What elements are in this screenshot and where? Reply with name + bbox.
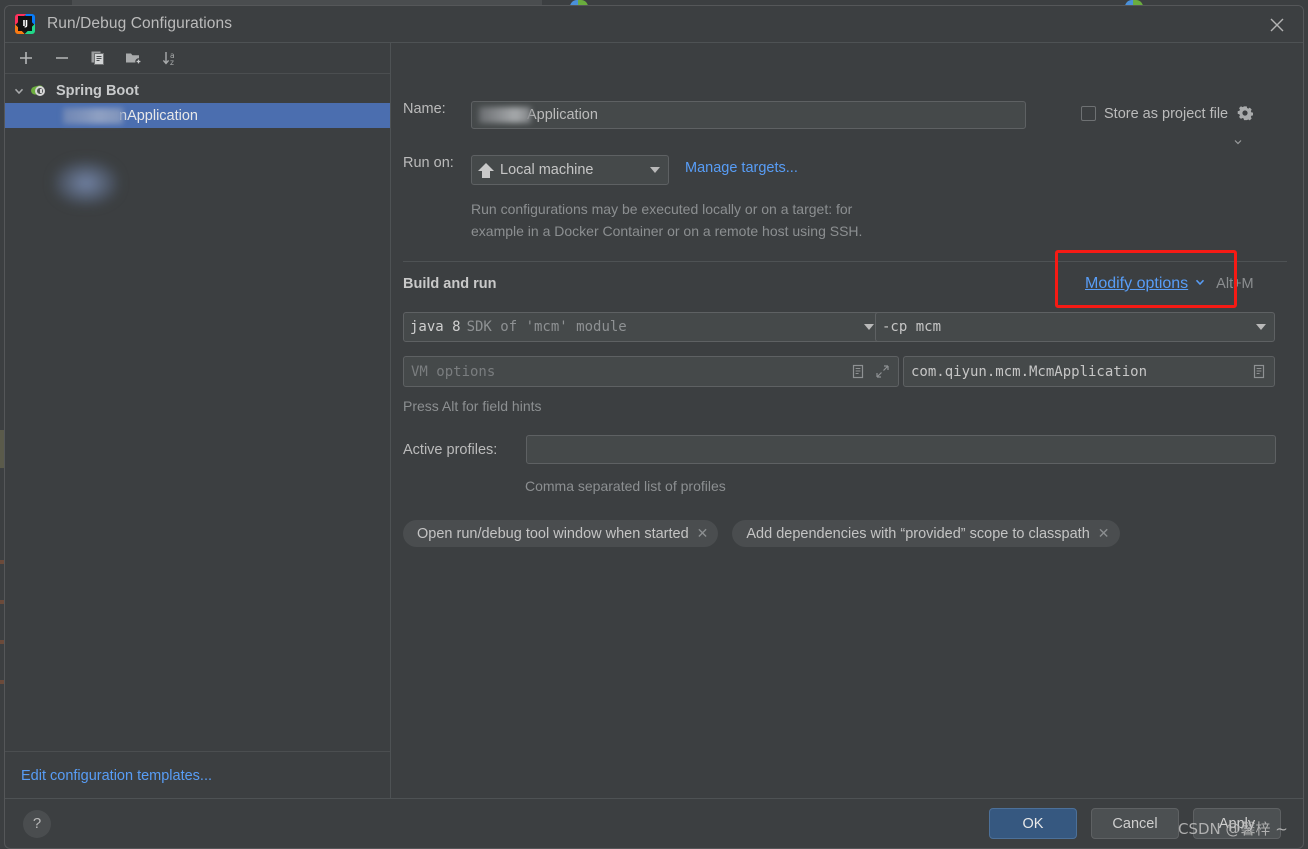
run-debug-configurations-dialog: Run/Debug Configurations: [4, 5, 1304, 849]
dialog-body: a z Spring Boot nApplication Edit config…: [5, 43, 1303, 799]
chip-label: Open run/debug tool window when started: [417, 525, 689, 542]
name-input-value: Application: [527, 107, 598, 123]
expand-icon[interactable]: [874, 363, 891, 380]
dialog-footer: ? OK Cancel Apply: [5, 798, 1303, 848]
jdk-select[interactable]: java 8 SDK of 'mcm' module: [403, 312, 883, 342]
jdk-value-strong: java 8: [410, 319, 461, 335]
close-icon[interactable]: [1267, 15, 1287, 35]
build-and-run-title: Build and run: [403, 276, 497, 292]
active-profiles-hint: Comma separated list of profiles: [525, 478, 726, 494]
section-divider: [403, 261, 1287, 262]
run-on-description-line1: Run configurations may be executed local…: [471, 201, 853, 217]
run-on-row: Run on:: [403, 155, 471, 171]
manage-targets-link[interactable]: Manage targets...: [685, 160, 798, 176]
name-label: Name:: [403, 101, 446, 117]
dialog-title: Run/Debug Configurations: [47, 15, 233, 32]
name-row: Name:: [403, 101, 471, 117]
dialog-titlebar: Run/Debug Configurations: [5, 6, 1303, 43]
chip-label: Add dependencies with “provided” scope t…: [746, 525, 1090, 542]
macro-list-icon[interactable]: [1250, 363, 1267, 380]
configuration-form: Name: Application Store as project file: [391, 43, 1303, 799]
apply-button[interactable]: Apply: [1193, 808, 1281, 839]
tree-group-spring-boot[interactable]: Spring Boot: [5, 79, 390, 103]
classpath-value: -cp mcm: [882, 319, 942, 335]
chip-open-run-debug-tool-window[interactable]: Open run/debug tool window when started …: [403, 520, 719, 547]
active-profiles-input[interactable]: [526, 435, 1276, 464]
chevron-down-icon: [650, 167, 660, 173]
tree-group-label: Spring Boot: [56, 83, 139, 99]
folder-add-icon[interactable]: [121, 46, 147, 70]
store-as-project-file-checkbox[interactable]: [1081, 106, 1096, 121]
field-hints-text: Press Alt for field hints: [403, 398, 542, 414]
add-configuration-button[interactable]: [13, 46, 39, 70]
run-on-description-line2: example in a Docker Container or on a re…: [471, 223, 863, 239]
name-input[interactable]: Application: [471, 101, 1026, 129]
chevron-down-icon[interactable]: [11, 83, 27, 99]
footer-buttons: OK Cancel Apply: [989, 808, 1281, 839]
help-question-icon[interactable]: ?: [23, 809, 51, 838]
modify-options-link[interactable]: Modify options: [1085, 275, 1188, 293]
macro-list-icon[interactable]: [849, 363, 866, 380]
active-profiles-label: Active profiles:: [403, 442, 498, 458]
chip-add-provided-dependencies[interactable]: Add dependencies with “provided” scope t…: [732, 520, 1120, 547]
svg-text:z: z: [170, 58, 174, 67]
configurations-sidebar: a z Spring Boot nApplication Edit config…: [5, 43, 391, 799]
chevron-down-icon: [1256, 324, 1266, 330]
copy-icon[interactable]: [85, 46, 111, 70]
home-icon: [478, 162, 494, 178]
configuration-item-label: nApplication: [119, 107, 198, 124]
configurations-tree: Spring Boot nApplication: [5, 74, 390, 751]
sidebar-toolbar: a z: [5, 43, 390, 74]
spring-boot-icon: [30, 83, 49, 99]
redacted-name-mask: [63, 107, 123, 124]
edit-configuration-templates-link[interactable]: Edit configuration templates...: [21, 768, 212, 784]
redaction-blur-overlay: [53, 160, 119, 206]
modify-options-row: Modify options Alt+M: [1085, 275, 1254, 293]
remove-configuration-button[interactable]: [49, 46, 75, 70]
sort-az-icon[interactable]: a z: [157, 46, 183, 70]
cancel-button[interactable]: Cancel: [1091, 808, 1179, 839]
chevron-down-icon[interactable]: [1194, 275, 1206, 293]
screen: Run/Debug Configurations: [0, 0, 1308, 849]
run-on-select[interactable]: Local machine: [471, 155, 669, 185]
close-small-icon[interactable]: ✕: [697, 525, 709, 542]
run-on-label: Run on:: [403, 155, 454, 171]
store-as-project-file-row: Store as project file: [1081, 105, 1254, 145]
sidebar-footer: Edit configuration templates...: [5, 751, 390, 799]
chevron-down-icon: [864, 324, 874, 330]
store-as-project-file-label: Store as project file: [1104, 105, 1229, 122]
jdk-value-dim: SDK of 'mcm' module: [466, 319, 627, 335]
intellij-idea-logo-icon: [15, 14, 35, 34]
modify-options-shortcut: Alt+M: [1216, 276, 1254, 292]
list-item[interactable]: nApplication: [5, 103, 390, 128]
vm-options-placeholder: VM options: [411, 363, 496, 380]
vm-options-input[interactable]: VM options: [403, 356, 899, 387]
options-chip-list: Open run/debug tool window when started …: [403, 520, 1120, 547]
run-on-value: Local machine: [500, 162, 594, 178]
gear-icon[interactable]: [1234, 105, 1254, 145]
redacted-name-mask: [479, 107, 531, 123]
main-class-value: com.qiyun.mcm.McmApplication: [911, 363, 1148, 380]
main-class-input[interactable]: com.qiyun.mcm.McmApplication: [903, 356, 1275, 387]
classpath-select[interactable]: -cp mcm: [875, 312, 1275, 342]
ok-button[interactable]: OK: [989, 808, 1077, 839]
close-small-icon[interactable]: ✕: [1098, 525, 1110, 542]
